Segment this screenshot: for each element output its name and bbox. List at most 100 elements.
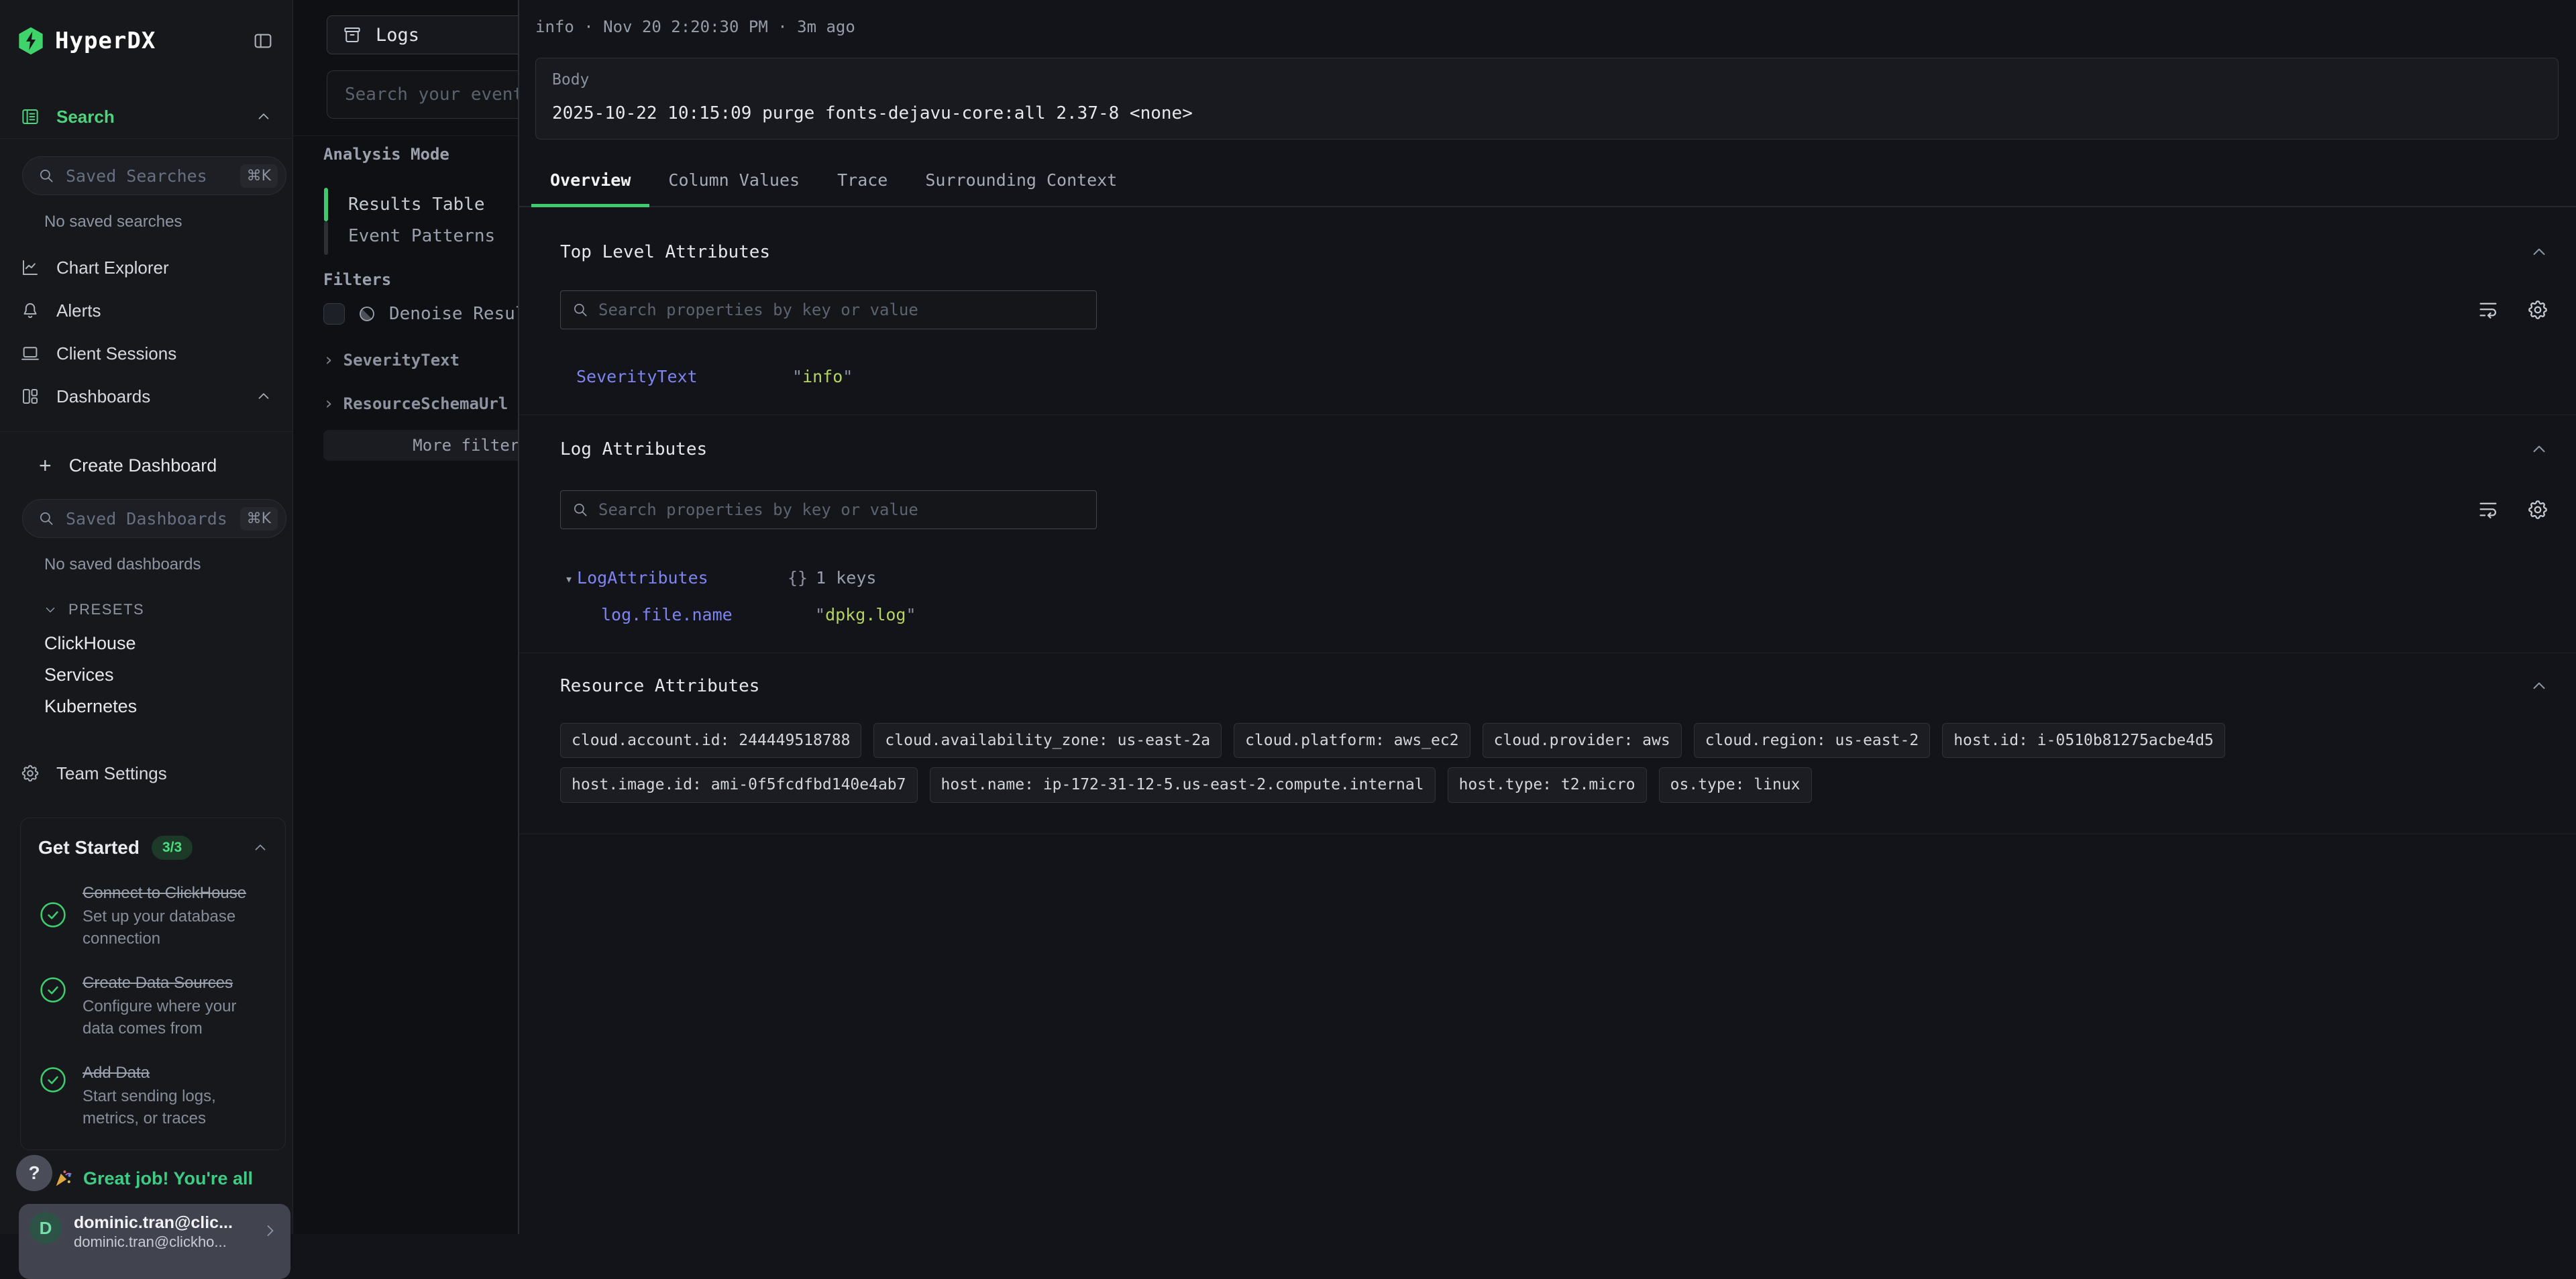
source-selector-button[interactable]: Logs bbox=[327, 15, 518, 54]
tab-overview[interactable]: Overview bbox=[531, 165, 649, 206]
preset-item-services[interactable]: Services bbox=[0, 659, 292, 691]
mode-option-results-table[interactable]: Results Table bbox=[348, 194, 485, 215]
saved-dashboards-input[interactable]: Saved Dashboards ⌘K bbox=[22, 499, 286, 538]
property-search-field[interactable] bbox=[598, 500, 1085, 519]
user-email: dominic.tran@clickho... bbox=[74, 1233, 249, 1251]
tab-surrounding-context[interactable]: Surrounding Context bbox=[906, 165, 1136, 206]
top-level-attributes-section: Top Level Attributes Severi bbox=[519, 242, 2576, 415]
resource-chip[interactable]: os.type: linux bbox=[1659, 767, 1812, 802]
resource-chip[interactable]: cloud.account.id: 244449518788 bbox=[560, 723, 861, 758]
event-header-line: info · Nov 20 2:20:30 PM · 3m ago bbox=[519, 0, 2576, 36]
get-started-title: Get Started bbox=[38, 837, 140, 858]
sidebar-divider bbox=[0, 138, 292, 139]
team-settings-label: Team Settings bbox=[56, 763, 167, 784]
sidebar-item-search[interactable]: Search bbox=[0, 95, 292, 138]
resource-chip[interactable]: host.id: i-0510b81275acbe4d5 bbox=[1942, 723, 2225, 758]
sidebar-item-client-sessions[interactable]: Client Sessions bbox=[0, 332, 292, 375]
resource-chip[interactable]: host.name: ip-172-31-12-5.us-east-2.comp… bbox=[930, 767, 1436, 802]
get-started-item-title: Create Data Sources bbox=[83, 972, 265, 993]
get-started-progress-badge: 3/3 bbox=[152, 836, 193, 860]
attribute-value[interactable]: "dpkg.log" bbox=[815, 605, 916, 624]
saved-searches-placeholder: Saved Searches bbox=[66, 166, 229, 186]
check-circle-icon bbox=[38, 1065, 68, 1129]
collapse-section-icon[interactable] bbox=[2529, 242, 2549, 262]
filter-group-label: SeverityText bbox=[343, 351, 460, 370]
mode-option-event-patterns[interactable]: Event Patterns bbox=[348, 226, 495, 246]
denoise-results-toggle[interactable]: Denoise Results bbox=[323, 303, 518, 325]
check-circle-icon bbox=[38, 900, 68, 950]
create-dashboard-label: Create Dashboard bbox=[69, 455, 217, 476]
more-filters-button[interactable]: More filters bbox=[323, 430, 518, 461]
attribute-tree-node[interactable]: ▾LogAttributes bbox=[565, 568, 788, 588]
user-menu[interactable]: D dominic.tran@clic... dominic.tran@clic… bbox=[19, 1204, 290, 1279]
chevron-down-icon bbox=[43, 602, 58, 617]
get-started-item-connect[interactable]: Connect to ClickHouse Set up your databa… bbox=[38, 883, 269, 950]
logo-row: HyperDX bbox=[0, 0, 292, 56]
collapse-section-icon[interactable] bbox=[2529, 439, 2549, 459]
saved-searches-input[interactable]: Saved Searches ⌘K bbox=[22, 156, 286, 195]
help-button[interactable]: ? bbox=[16, 1155, 52, 1191]
property-search-input[interactable] bbox=[560, 290, 1097, 329]
get-started-item-desc: Set up your database connection bbox=[83, 906, 265, 950]
search-icon bbox=[38, 167, 55, 184]
chevron-up-icon bbox=[252, 839, 269, 856]
no-saved-dashboards-text: No saved dashboards bbox=[44, 555, 292, 574]
chevron-up-icon bbox=[255, 108, 272, 125]
user-name: dominic.tran@clic... bbox=[74, 1212, 249, 1233]
preset-item-kubernetes[interactable]: Kubernetes bbox=[0, 691, 292, 722]
attribute-key[interactable]: SeverityText bbox=[576, 367, 792, 386]
attribute-value[interactable]: "info" bbox=[792, 367, 853, 386]
sidebar-item-team-settings[interactable]: Team Settings bbox=[0, 752, 292, 795]
section-settings-gear-icon[interactable] bbox=[2526, 298, 2549, 321]
more-filters-label: More filters bbox=[413, 436, 518, 455]
log-attributes-section: Log Attributes ▾Lo bbox=[519, 439, 2576, 653]
section-settings-gear-icon[interactable] bbox=[2526, 498, 2549, 521]
filter-group-resourceschemaurl[interactable]: › ResourceSchemaUrl bbox=[323, 394, 508, 414]
get-started-item-title: Add Data bbox=[83, 1062, 265, 1083]
caret-down-icon[interactable]: ▾ bbox=[565, 571, 573, 587]
sidebar-item-alerts[interactable]: Alerts bbox=[0, 289, 292, 332]
attribute-key[interactable]: log.file.name bbox=[601, 605, 815, 624]
gear-icon bbox=[20, 763, 40, 783]
collapse-section-icon[interactable] bbox=[2529, 676, 2549, 696]
presets-toggle[interactable]: PRESETS bbox=[43, 601, 292, 618]
avatar: D bbox=[30, 1212, 62, 1244]
get-started-item-datasources[interactable]: Create Data Sources Configure where your… bbox=[38, 972, 269, 1040]
search-icon bbox=[38, 510, 55, 527]
wrap-lines-icon[interactable] bbox=[2477, 498, 2500, 521]
collapse-sidebar-icon[interactable] bbox=[252, 30, 274, 52]
denoise-icon bbox=[357, 304, 377, 324]
denoise-checkbox[interactable] bbox=[323, 303, 345, 325]
tab-trace[interactable]: Trace bbox=[818, 165, 906, 206]
section-title: Resource Attributes bbox=[560, 676, 759, 696]
event-search-input[interactable]: Search your event bbox=[327, 70, 518, 119]
resource-chip[interactable]: cloud.availability_zone: us-east-2a bbox=[873, 723, 1222, 758]
sidebar-item-dashboards[interactable]: Dashboards bbox=[0, 375, 292, 418]
resource-chip[interactable]: cloud.platform: aws_ec2 bbox=[1234, 723, 1470, 758]
get-started-header[interactable]: Get Started 3/3 bbox=[38, 836, 269, 860]
panel-divider bbox=[293, 135, 518, 136]
wrap-lines-icon[interactable] bbox=[2477, 298, 2500, 321]
preset-item-clickhouse[interactable]: ClickHouse bbox=[0, 628, 292, 659]
chevron-up-icon bbox=[255, 388, 272, 405]
party-icon bbox=[52, 1167, 75, 1190]
resource-chip[interactable]: host.image.id: ami-0f5fcdfbd140e4ab7 bbox=[560, 767, 918, 802]
search-icon bbox=[572, 301, 589, 319]
resource-chip[interactable]: cloud.region: us-east-2 bbox=[1694, 723, 1931, 758]
get-started-item-adddata[interactable]: Add Data Start sending logs, metrics, or… bbox=[38, 1062, 269, 1129]
presets-list: ClickHouse Services Kubernetes bbox=[0, 628, 292, 722]
body-text[interactable]: 2025-10-22 10:15:09 purge fonts-dejavu-c… bbox=[552, 103, 2542, 124]
filters-label: Filters bbox=[323, 270, 391, 289]
resource-chip[interactable]: host.type: t2.micro bbox=[1448, 767, 1647, 802]
tab-column-values[interactable]: Column Values bbox=[649, 165, 818, 206]
property-search-field[interactable] bbox=[598, 300, 1085, 319]
chart-icon bbox=[20, 258, 40, 278]
question-mark-label: ? bbox=[28, 1162, 40, 1184]
filter-group-severitytext[interactable]: › SeverityText bbox=[323, 350, 460, 370]
resource-chip[interactable]: cloud.provider: aws bbox=[1483, 723, 1682, 758]
active-mode-indicator bbox=[324, 188, 328, 221]
property-search-input[interactable] bbox=[560, 490, 1097, 529]
sidebar-nav: Chart Explorer Alerts Client Sessions Da… bbox=[0, 246, 292, 418]
sidebar-item-chart-explorer[interactable]: Chart Explorer bbox=[0, 246, 292, 289]
create-dashboard-button[interactable]: + Create Dashboard bbox=[0, 441, 292, 490]
